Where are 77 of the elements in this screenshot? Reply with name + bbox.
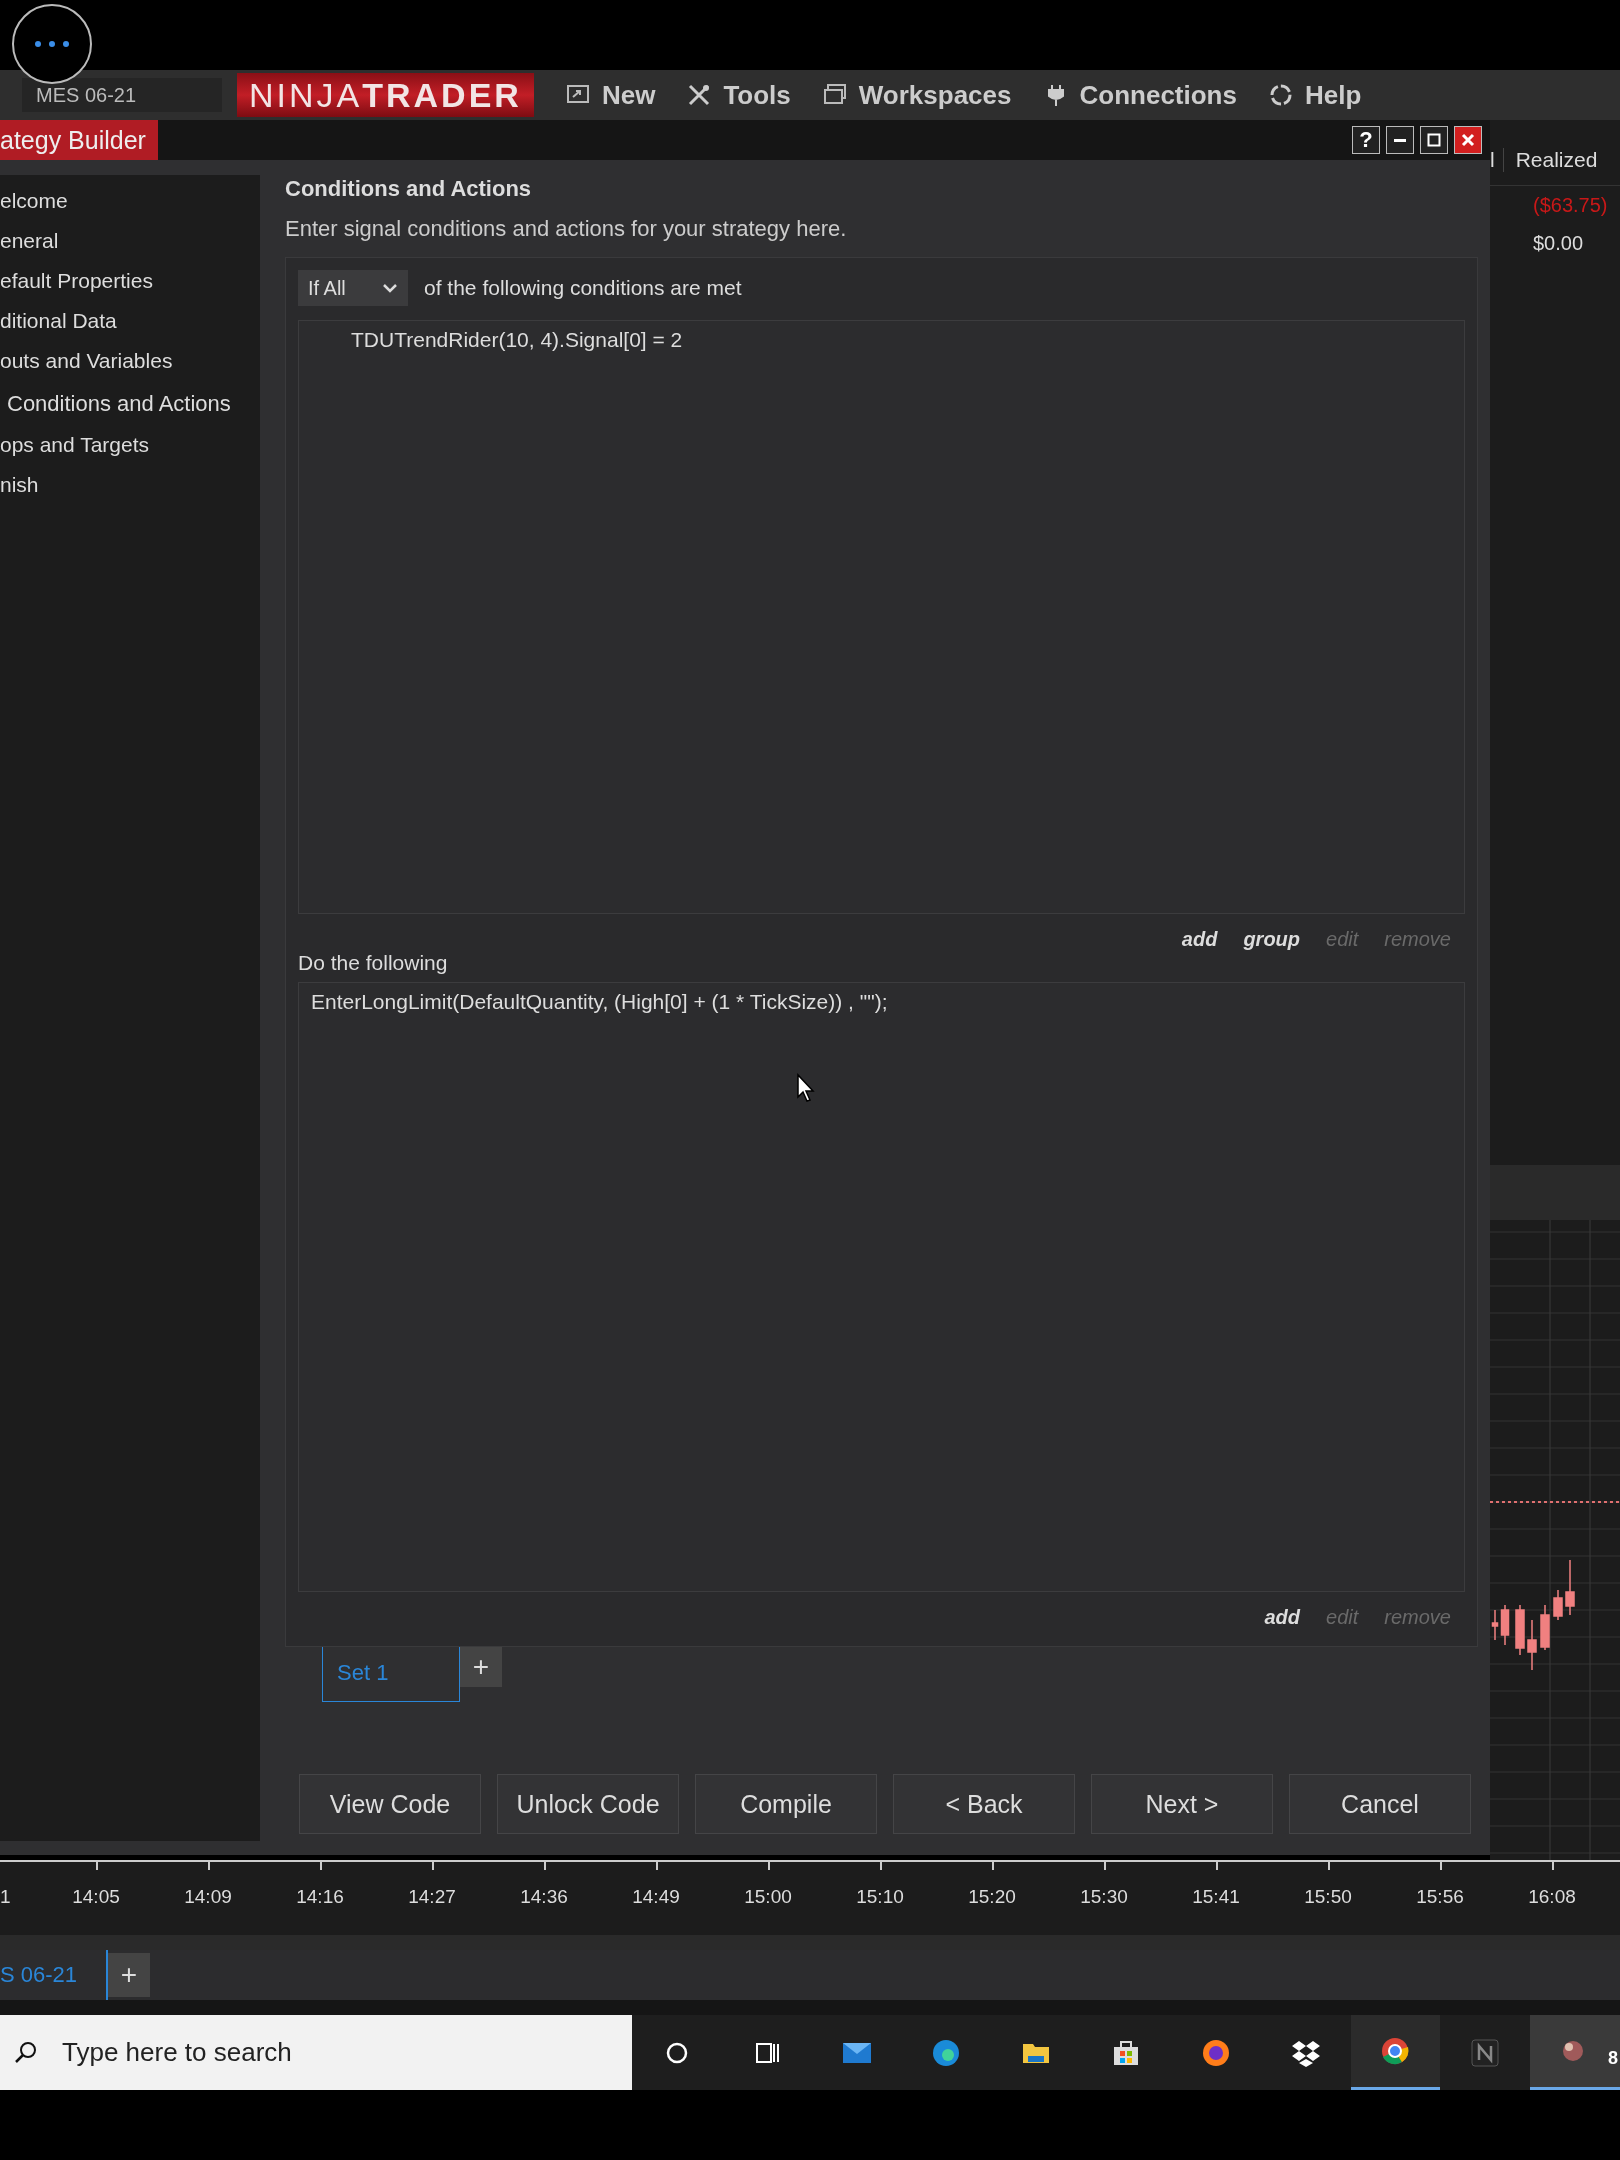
time-label: 15:00: [744, 1886, 792, 1907]
time-label: 14:49: [632, 1886, 680, 1907]
add-set-button[interactable]: +: [460, 1647, 502, 1687]
search-field[interactable]: Type here to search: [0, 2015, 632, 2090]
badge-count: 8: [1607, 2048, 1618, 2069]
section-heading: Conditions and Actions: [285, 175, 533, 203]
time-label: 14:36: [520, 1886, 568, 1907]
sidebar-item[interactable]: elcome: [0, 181, 260, 221]
taskbar-app[interactable]: [1350, 2015, 1441, 2090]
sidebar-item[interactable]: ops and Targets: [0, 425, 260, 465]
candle: [1540, 1604, 1550, 1651]
realized-value: $0.00: [1532, 231, 1585, 256]
column-header: l: [1490, 148, 1496, 172]
time-label: 15:41: [1192, 1886, 1240, 1907]
description: Enter signal conditions and actions for your strategy here.: [285, 215, 848, 243]
ring-icon: [1268, 83, 1293, 107]
action-item[interactable]: EnterLongLimit(DefaultQuantity, (High[0] + (1 * TickSize)) , "");: [311, 987, 1464, 1017]
minimize-icon: [1394, 138, 1406, 142]
time-label: 15:50: [1304, 1886, 1352, 1907]
column-header: Realized: [1502, 148, 1598, 172]
menu-item[interactable]: Tools: [687, 79, 791, 111]
wizard-button[interactable]: < Back: [893, 1774, 1075, 1834]
sidebar-item[interactable]: eneral: [0, 221, 260, 261]
wizard-button[interactable]: Next >: [1091, 1774, 1273, 1834]
wizard-button[interactable]: Unlock Code: [497, 1774, 679, 1834]
condition-label: of the following conditions are met: [424, 276, 742, 300]
windows-icon: [822, 83, 847, 107]
add-link[interactable]: add: [1264, 1605, 1301, 1629]
more-icon: [32, 39, 72, 49]
time-label: 16:08: [1528, 1886, 1576, 1907]
sidebar-item[interactable]: Conditions and Actions: [0, 381, 260, 425]
time-label: 14:09: [184, 1886, 232, 1907]
close-button[interactable]: [1454, 126, 1482, 154]
tools-icon: [687, 83, 712, 107]
menu-item[interactable]: New: [565, 79, 656, 111]
wizard-button[interactable]: Cancel: [1289, 1774, 1471, 1834]
time-label: 15:30: [1080, 1886, 1128, 1907]
condition-item[interactable]: TDUTrendRider(10, 4).Signal[0] = 2: [351, 325, 1464, 355]
group-link[interactable]: group: [1243, 927, 1301, 951]
add-tab-button[interactable]: +: [108, 1953, 150, 1997]
candle: [1553, 1589, 1563, 1621]
time-label: 14:16: [296, 1886, 344, 1907]
time-label: 15:10: [856, 1886, 904, 1907]
actions-label: Do the following: [298, 952, 449, 974]
window-title: ategy Builder: [0, 120, 158, 160]
wizard-button[interactable]: Compile: [695, 1774, 877, 1834]
help-button[interactable]: ?: [1352, 126, 1380, 154]
candle: [1515, 1604, 1525, 1656]
add-link[interactable]: add: [1181, 927, 1218, 951]
n-icon: [1469, 2036, 1502, 2069]
realized-value: ($63.75): [1532, 193, 1609, 218]
logo: NINJATRADER: [237, 73, 534, 117]
menu-item[interactable]: Connections: [1043, 79, 1237, 111]
sidebar-item[interactable]: efault Properties: [0, 261, 260, 301]
maximize-button[interactable]: [1420, 126, 1448, 154]
time-label: 14:05: [72, 1886, 120, 1907]
candle: [1527, 1619, 1537, 1671]
mode-dropdown[interactable]: If All: [298, 270, 408, 306]
time-label: 1: [0, 1886, 11, 1907]
sidebar-item[interactable]: outs and Variables: [0, 341, 260, 381]
sidebar-item[interactable]: ditional Data: [0, 301, 260, 341]
candle: [1565, 1559, 1575, 1616]
minimize-button[interactable]: [1386, 126, 1414, 154]
menu-item[interactable]: Help: [1268, 79, 1362, 111]
chevron-down-icon: [382, 283, 398, 293]
time-label: 15:56: [1416, 1886, 1464, 1907]
instrument-field[interactable]: MES 06-21: [22, 78, 222, 112]
candle: [1500, 1604, 1510, 1646]
search-icon: [14, 2040, 38, 2064]
time-label: 15:20: [968, 1886, 1016, 1907]
sidebar-item[interactable]: nish: [0, 465, 260, 505]
wizard-button[interactable]: View Code: [299, 1774, 481, 1834]
menu-item[interactable]: Workspaces: [822, 79, 1012, 111]
close-icon: [1461, 133, 1475, 147]
time-label: 14:27: [408, 1886, 456, 1907]
maximize-icon: [1427, 133, 1441, 147]
taskbar-app[interactable]: 8: [1530, 2015, 1620, 2090]
